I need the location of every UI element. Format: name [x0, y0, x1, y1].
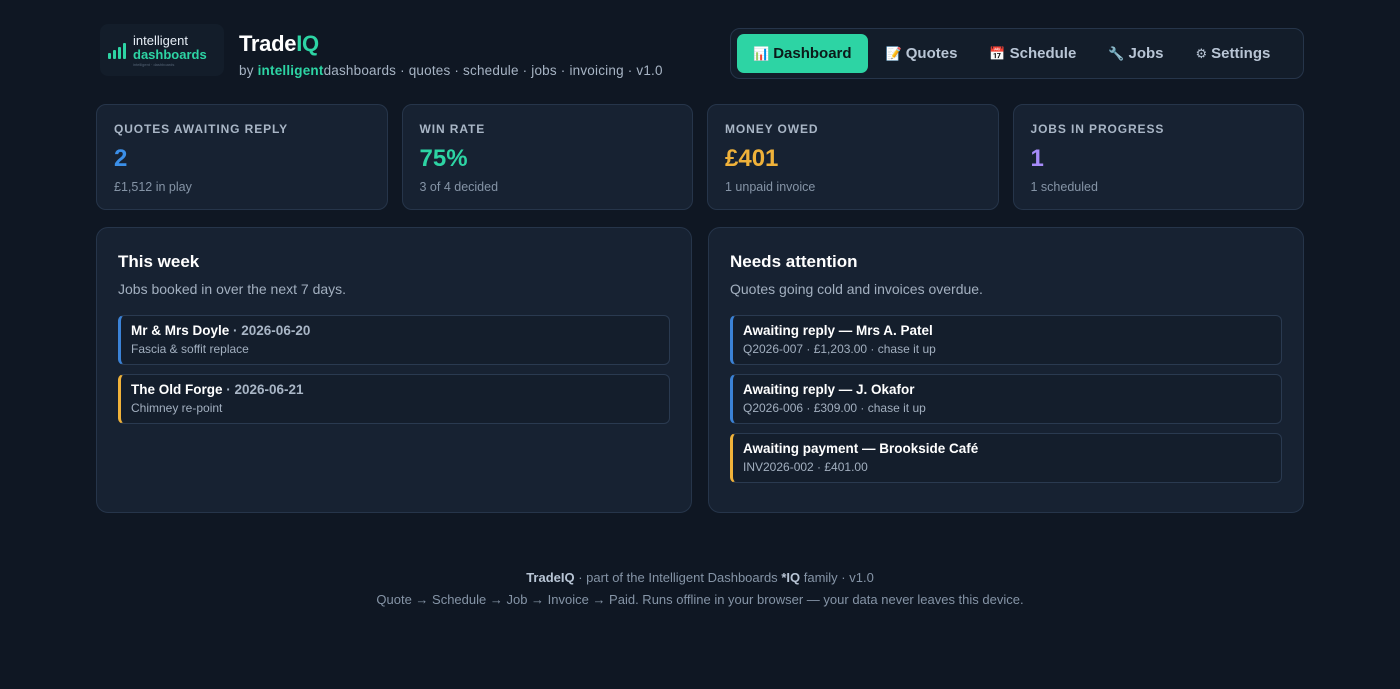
attention-detail: Q2026-007 · £1,203.00 · chase it up — [743, 342, 936, 356]
nav-label: Schedule — [1009, 45, 1077, 62]
attention-heading: Awaiting payment — Brookside Café — [743, 441, 979, 456]
stat-sub: 1 unpaid invoice — [725, 180, 816, 194]
job-client: Mr & Mrs Doyle — [131, 323, 230, 338]
list-item[interactable]: Mr & Mrs Doyle · 2026-06-20 Fascia & sof… — [118, 315, 670, 365]
stat-sub: 1 scheduled — [1030, 180, 1098, 194]
list-item[interactable]: The Old Forge · 2026-06-21 Chimney re-po… — [118, 374, 670, 424]
attention-detail: INV2026-002 · £401.00 — [743, 460, 868, 474]
panel-subtitle: Quotes going cold and invoices overdue. — [730, 281, 983, 297]
stat-money-owed: MONEY OWED £401 1 unpaid invoice — [707, 104, 999, 210]
stat-label: JOBS IN PROGRESS — [1030, 122, 1165, 136]
logo-line1: intelligent — [133, 32, 188, 48]
footer: TradeIQ · part of the Intelligent Dashbo… — [0, 567, 1400, 611]
job-date: · 2026-06-21 — [222, 382, 304, 397]
main-nav: 📊 Dashboard 📝 Quotes 📅 Schedule 🔧 Jobs ⚙… — [730, 28, 1304, 79]
nav-dashboard[interactable]: 📊 Dashboard — [737, 34, 868, 73]
chart-icon: 📊 — [753, 45, 770, 61]
header: intelligent dashboards intelligent · das… — [96, 24, 1304, 82]
calendar-icon: 📅 — [989, 45, 1006, 61]
nav-label: Jobs — [1128, 45, 1164, 62]
nav-quotes[interactable]: 📝 Quotes — [872, 34, 972, 73]
attention-list: Awaiting reply — Mrs A. Patel Q2026-007 … — [730, 315, 1282, 483]
nav-settings[interactable]: ⚙ Settings — [1182, 34, 1285, 73]
gear-icon: ⚙ — [1195, 45, 1208, 61]
panel-subtitle: Jobs booked in over the next 7 days. — [118, 281, 347, 297]
job-description: Chimney re-point — [131, 401, 223, 415]
panels: This week Jobs booked in over the next 7… — [96, 227, 1304, 513]
job-date: · 2026-06-20 — [229, 323, 311, 338]
attention-heading: Awaiting reply — J. Okafor — [743, 382, 915, 397]
footer-line1: TradeIQ · part of the Intelligent Dashbo… — [526, 570, 874, 585]
brand: TradeIQ by intelligentdashboards · quote… — [239, 31, 663, 78]
attention-heading: Awaiting reply — Mrs A. Patel — [743, 323, 933, 338]
stat-cards: QUOTES AWAITING REPLY 2 £1,512 in play W… — [96, 104, 1304, 210]
attention-detail: Q2026-006 · £309.00 · chase it up — [743, 401, 926, 415]
stat-value: 1 — [1030, 145, 1044, 172]
panel-title: Needs attention — [730, 252, 858, 271]
stat-quotes-awaiting: QUOTES AWAITING REPLY 2 £1,512 in play — [96, 104, 388, 210]
app-subtitle: by intelligentdashboards · quotes · sche… — [239, 63, 663, 78]
stat-label: MONEY OWED — [725, 122, 819, 136]
needs-attention-panel: Needs attention Quotes going cold and in… — [708, 227, 1304, 513]
app-title: TradeIQ — [239, 31, 319, 56]
job-client: The Old Forge — [131, 382, 223, 397]
logo-tagline: intelligent · dashboards — [133, 61, 175, 67]
list-item[interactable]: Awaiting payment — Brookside Café INV202… — [730, 433, 1282, 483]
stat-label: QUOTES AWAITING REPLY — [114, 122, 289, 136]
footer-line2: Quote → Schedule → Job → Invoice → Paid.… — [376, 592, 1024, 607]
stat-jobs-in-progress: JOBS IN PROGRESS 1 1 scheduled — [1012, 104, 1304, 210]
logo-line2: dashboards — [133, 46, 207, 62]
nav-jobs[interactable]: 🔧 Jobs — [1094, 34, 1177, 73]
stat-sub: £1,512 in play — [114, 180, 192, 194]
job-description: Fascia & soffit replace — [131, 342, 249, 356]
nav-schedule[interactable]: 📅 Schedule — [975, 34, 1090, 73]
nav-label: Settings — [1211, 45, 1271, 62]
stat-win-rate: WIN RATE 75% 3 of 4 decided — [401, 104, 693, 210]
stat-value: £401 — [725, 145, 779, 172]
wrench-icon: 🔧 — [1108, 45, 1125, 61]
stat-label: WIN RATE — [419, 122, 486, 136]
nav-label: Quotes — [905, 45, 958, 62]
memo-icon: 📝 — [885, 45, 902, 61]
this-week-panel: This week Jobs booked in over the next 7… — [96, 227, 692, 513]
logo: intelligent dashboards intelligent · das… — [100, 24, 224, 76]
list-item[interactable]: Awaiting reply — J. Okafor Q2026-006 · £… — [730, 374, 1282, 424]
week-list: Mr & Mrs Doyle · 2026-06-20 Fascia & sof… — [118, 315, 670, 424]
stat-sub: 3 of 4 decided — [419, 180, 499, 194]
bar-chart-icon — [108, 41, 126, 59]
nav-label: Dashboard — [773, 45, 852, 62]
stat-value: 75% — [419, 145, 468, 172]
panel-title: This week — [118, 252, 200, 271]
list-item[interactable]: Awaiting reply — Mrs A. Patel Q2026-007 … — [730, 315, 1282, 365]
stat-value: 2 — [114, 145, 128, 172]
